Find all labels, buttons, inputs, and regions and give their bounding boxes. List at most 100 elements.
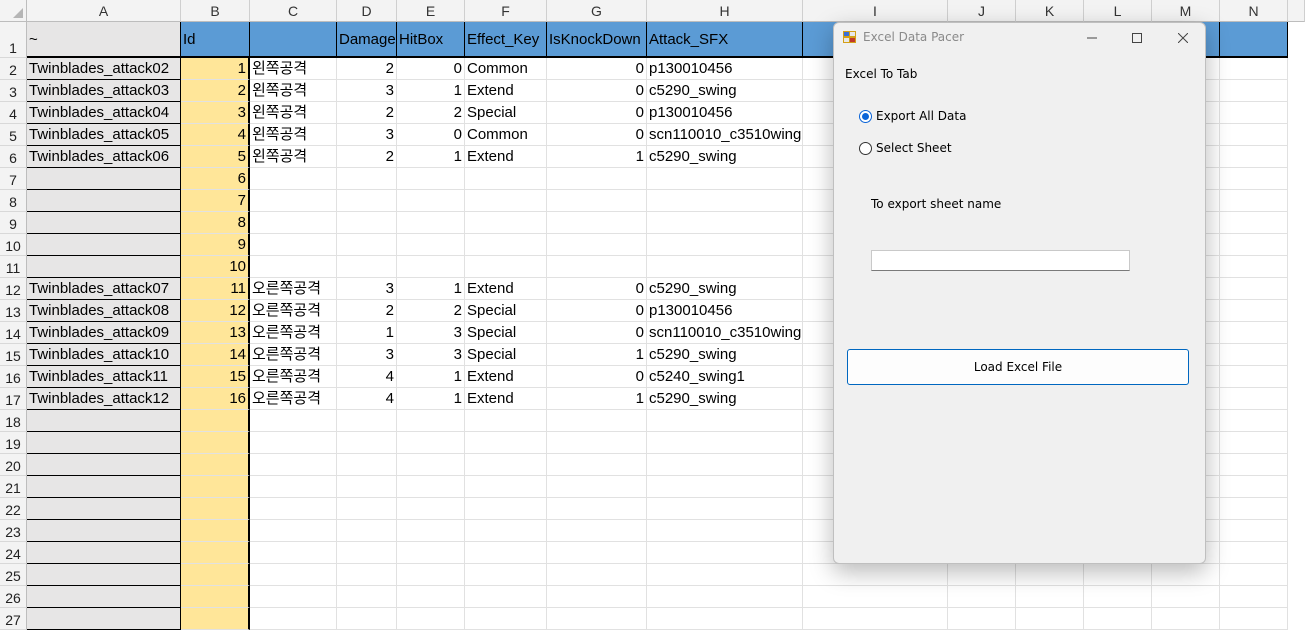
header-cell-e[interactable]: HitBox <box>397 22 465 58</box>
table-cell[interactable] <box>1152 564 1220 586</box>
table-cell[interactable]: 0 <box>547 366 647 388</box>
table-cell[interactable]: Special <box>465 344 547 366</box>
table-cell[interactable]: Twinblades_attack02 <box>27 58 181 80</box>
table-cell[interactable]: 2 <box>397 102 465 124</box>
table-cell[interactable] <box>465 564 547 586</box>
table-cell[interactable] <box>547 476 647 498</box>
table-cell[interactable] <box>547 520 647 542</box>
maximize-button[interactable] <box>1114 23 1160 52</box>
table-cell[interactable] <box>465 542 547 564</box>
column-header-a[interactable]: A <box>27 0 181 22</box>
row-header-2[interactable]: 2 <box>0 58 27 80</box>
table-cell[interactable] <box>337 542 397 564</box>
header-cell-empty[interactable] <box>1220 22 1288 58</box>
table-cell[interactable]: Twinblades_attack11 <box>27 366 181 388</box>
table-cell[interactable] <box>647 520 803 542</box>
table-cell[interactable]: 2 <box>337 58 397 80</box>
table-cell[interactable] <box>1220 58 1288 80</box>
table-cell[interactable] <box>250 256 337 278</box>
table-cell[interactable] <box>181 498 250 520</box>
table-cell[interactable] <box>1220 124 1288 146</box>
table-cell[interactable] <box>337 432 397 454</box>
table-cell[interactable] <box>547 256 647 278</box>
table-cell[interactable] <box>647 564 803 586</box>
table-cell[interactable] <box>337 190 397 212</box>
table-cell[interactable] <box>1220 498 1288 520</box>
table-cell[interactable]: 1 <box>397 366 465 388</box>
table-cell[interactable] <box>27 256 181 278</box>
table-cell[interactable] <box>397 608 465 630</box>
table-cell[interactable] <box>1220 476 1288 498</box>
table-cell[interactable]: 3 <box>397 322 465 344</box>
table-cell[interactable]: Twinblades_attack08 <box>27 300 181 322</box>
column-header-b[interactable]: B <box>181 0 250 22</box>
table-cell[interactable]: c5290_swing <box>647 80 803 102</box>
row-header-6[interactable]: 6 <box>0 146 27 168</box>
row-header-14[interactable]: 14 <box>0 322 27 344</box>
row-header-24[interactable]: 24 <box>0 542 27 564</box>
row-header-18[interactable]: 18 <box>0 410 27 432</box>
table-cell[interactable] <box>1220 300 1288 322</box>
table-cell[interactable] <box>1220 344 1288 366</box>
table-cell[interactable] <box>803 564 948 586</box>
row-header-10[interactable]: 10 <box>0 234 27 256</box>
table-cell[interactable] <box>397 256 465 278</box>
table-cell[interactable] <box>465 432 547 454</box>
table-cell[interactable]: c5240_swing1 <box>647 366 803 388</box>
header-cell-f[interactable]: Effect_Key <box>465 22 547 58</box>
table-cell[interactable] <box>181 432 250 454</box>
table-cell[interactable]: 15 <box>181 366 250 388</box>
row-header-9[interactable]: 9 <box>0 212 27 234</box>
table-cell[interactable]: 2 <box>181 80 250 102</box>
table-cell[interactable] <box>465 520 547 542</box>
table-cell[interactable] <box>647 410 803 432</box>
table-cell[interactable]: 오른쪽공격 <box>250 366 337 388</box>
table-cell[interactable] <box>465 168 547 190</box>
table-cell[interactable]: 왼쪽공격 <box>250 80 337 102</box>
table-cell[interactable]: 왼쪽공격 <box>250 124 337 146</box>
table-cell[interactable]: 오른쪽공격 <box>250 278 337 300</box>
table-cell[interactable] <box>337 586 397 608</box>
row-header-27[interactable]: 27 <box>0 608 27 630</box>
table-cell[interactable]: c5290_swing <box>647 146 803 168</box>
table-cell[interactable] <box>337 564 397 586</box>
table-cell[interactable] <box>1220 322 1288 344</box>
table-cell[interactable] <box>547 564 647 586</box>
table-cell[interactable]: Extend <box>465 388 547 410</box>
row-header-3[interactable]: 3 <box>0 80 27 102</box>
table-cell[interactable]: Twinblades_attack10 <box>27 344 181 366</box>
table-cell[interactable]: Extend <box>465 80 547 102</box>
column-header-g[interactable]: G <box>547 0 647 22</box>
table-cell[interactable]: 4 <box>181 124 250 146</box>
header-cell-c[interactable] <box>250 22 337 58</box>
table-cell[interactable] <box>397 520 465 542</box>
column-header-j[interactable]: J <box>948 0 1016 22</box>
table-cell[interactable] <box>1016 586 1084 608</box>
table-cell[interactable] <box>250 608 337 630</box>
table-cell[interactable]: 0 <box>547 278 647 300</box>
table-cell[interactable]: 1 <box>397 278 465 300</box>
table-cell[interactable]: 3 <box>397 344 465 366</box>
table-cell[interactable] <box>27 608 181 630</box>
table-cell[interactable] <box>647 190 803 212</box>
table-cell[interactable] <box>1220 278 1288 300</box>
table-cell[interactable] <box>181 520 250 542</box>
table-cell[interactable] <box>465 190 547 212</box>
table-cell[interactable] <box>181 542 250 564</box>
column-header-l[interactable]: L <box>1084 0 1152 22</box>
table-cell[interactable] <box>647 212 803 234</box>
table-cell[interactable]: 0 <box>547 58 647 80</box>
table-cell[interactable]: 왼쪽공격 <box>250 146 337 168</box>
table-cell[interactable] <box>337 212 397 234</box>
table-cell[interactable] <box>1220 432 1288 454</box>
column-header-m[interactable]: M <box>1152 0 1220 22</box>
table-cell[interactable] <box>27 542 181 564</box>
table-cell[interactable]: 2 <box>337 146 397 168</box>
table-cell[interactable] <box>250 542 337 564</box>
table-cell[interactable] <box>337 520 397 542</box>
table-cell[interactable] <box>250 476 337 498</box>
table-cell[interactable] <box>337 476 397 498</box>
table-cell[interactable] <box>1220 80 1288 102</box>
table-cell[interactable] <box>547 608 647 630</box>
table-cell[interactable]: Common <box>465 58 547 80</box>
